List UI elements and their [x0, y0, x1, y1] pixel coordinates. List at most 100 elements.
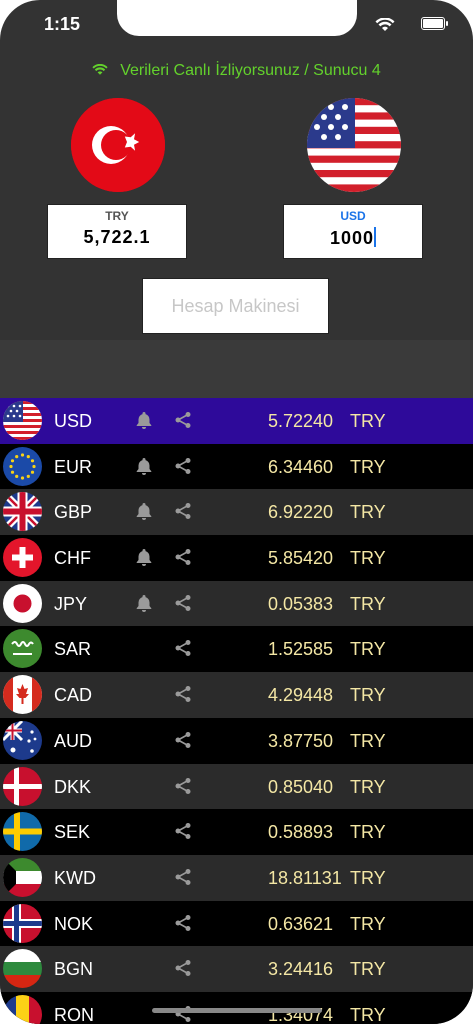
share-icon[interactable]	[174, 502, 192, 525]
share-icon[interactable]	[174, 777, 192, 800]
rate-unit: TRY	[350, 548, 386, 569]
rate-value: 5.72240	[268, 411, 334, 431]
sar-flag-icon	[3, 629, 42, 669]
separator-band	[0, 340, 473, 398]
eur-flag-icon	[3, 446, 42, 486]
currency-code: CAD	[54, 685, 93, 706]
rate-value: 0.05383	[268, 593, 334, 614]
rate-value: 0.63621	[268, 913, 334, 934]
bell-icon[interactable]	[134, 456, 154, 481]
currency-code: AUD	[54, 730, 93, 751]
rate-value: 3.87750	[268, 730, 334, 751]
share-icon[interactable]	[174, 868, 192, 891]
rate-value: 5.85420	[268, 548, 334, 569]
aud-flag-icon	[3, 720, 42, 760]
text-caret	[374, 227, 377, 247]
to-currency-code: USD	[340, 209, 366, 223]
rate-row-eur[interactable]: EUR 6.34460 TRY	[0, 443, 473, 490]
currency-code: CHF	[54, 548, 91, 569]
currency-code: DKK	[54, 776, 92, 797]
rate-row-nok[interactable]: NOK 0.63621 TRY	[0, 900, 473, 947]
from-currency-code: TRY	[105, 209, 129, 223]
home-indicator[interactable]	[152, 1008, 322, 1013]
nok-flag-icon	[3, 903, 42, 943]
rate-unit: TRY	[350, 639, 386, 660]
rate-value: 0.58893	[268, 822, 334, 843]
rate-value: 6.92220	[268, 502, 334, 523]
dkk-flag-icon	[3, 766, 42, 806]
to-currency-box[interactable]: USD 1000	[283, 204, 423, 259]
currency-code: BGN	[54, 959, 94, 980]
share-icon[interactable]	[174, 731, 192, 754]
battery-icon	[421, 17, 448, 30]
live-text: Verileri Canlı İzliyorsunuz / Sunucu 4	[120, 62, 381, 79]
share-icon[interactable]	[174, 959, 192, 982]
status-bar: 1:15	[0, 0, 473, 44]
rate-value: 18.81131	[268, 867, 342, 888]
share-icon[interactable]	[174, 594, 192, 617]
to-amount-field[interactable]: 1000	[284, 227, 422, 249]
currency-code: NOK	[54, 913, 94, 934]
rate-row-bgn[interactable]: BGN 3.24416 TRY	[0, 946, 473, 992]
rates-list[interactable]: USD 5.72240 TRY EUR 6.34460 TRY GBP 6.92220 TRY C…	[0, 398, 473, 1024]
rate-unit: TRY	[350, 913, 386, 934]
bell-icon[interactable]	[134, 501, 154, 526]
wifi-live-icon	[92, 63, 108, 75]
rate-row-usd[interactable]: USD 5.72240 TRY	[0, 398, 473, 444]
chf-flag-icon	[3, 538, 42, 578]
app-screen: 1:15 Verileri Canlı İzliyorsunuz / Sunuc…	[0, 0, 473, 1024]
rate-row-aud[interactable]: AUD 3.87750 TRY	[0, 717, 473, 764]
share-icon[interactable]	[174, 822, 192, 845]
wifi-icon	[375, 17, 395, 37]
share-icon[interactable]	[174, 411, 192, 434]
currency-code: USD	[54, 411, 93, 431]
bgn-flag-icon	[3, 949, 42, 989]
rate-row-cad[interactable]: CAD 4.29448 TRY	[0, 672, 473, 718]
share-icon[interactable]	[174, 457, 192, 480]
rate-unit: TRY	[350, 867, 386, 888]
bell-icon[interactable]	[134, 593, 154, 618]
usd-flag-icon	[3, 401, 42, 440]
rate-row-kwd[interactable]: KWD 18.81131 TRY	[0, 854, 473, 901]
kwd-flag-icon	[3, 857, 42, 897]
rate-value: 3.24416	[268, 959, 334, 980]
status-time: 1:15	[44, 14, 81, 34]
rate-unit: TRY	[350, 822, 386, 843]
rate-row-jpy[interactable]: JPY 0.05383 TRY	[0, 580, 473, 627]
to-amount-value: 1000	[329, 228, 375, 248]
rate-row-sar[interactable]: SAR 1.52585 TRY	[0, 626, 473, 673]
jpy-flag-icon	[3, 583, 42, 623]
rate-row-chf[interactable]: CHF 5.85420 TRY	[0, 535, 473, 581]
rate-value: 1.52585	[268, 639, 334, 660]
bell-icon[interactable]	[134, 410, 154, 435]
rate-row-gbp[interactable]: GBP 6.92220 TRY	[0, 489, 473, 536]
rate-row-sek[interactable]: SEK 0.58893 TRY	[0, 809, 473, 855]
bell-icon[interactable]	[134, 547, 154, 572]
rate-unit: TRY	[350, 1004, 386, 1024]
from-amount-field[interactable]: 5,722.1	[48, 227, 186, 248]
live-indicator: Verileri Canlı İzliyorsunuz / Sunucu 4	[0, 62, 473, 80]
currency-code: RON	[54, 1004, 94, 1024]
calculator-button[interactable]: Hesap Makinesi	[142, 278, 329, 334]
currency-code: GBP	[54, 502, 93, 523]
currency-code: SEK	[54, 822, 91, 843]
from-currency-box[interactable]: TRY 5,722.1	[47, 204, 187, 259]
share-icon[interactable]	[174, 685, 192, 708]
usa-flag-icon[interactable]	[307, 98, 401, 192]
rate-unit: TRY	[350, 685, 386, 706]
rate-row-dkk[interactable]: DKK 0.85040 TRY	[0, 763, 473, 810]
share-icon[interactable]	[174, 548, 192, 571]
share-icon[interactable]	[174, 914, 192, 937]
gbp-flag-icon	[3, 492, 42, 532]
turkey-flag-icon[interactable]	[71, 98, 165, 192]
rate-unit: TRY	[350, 502, 386, 523]
rate-unit: TRY	[350, 593, 386, 614]
rate-unit: TRY	[350, 959, 386, 980]
rate-unit: TRY	[350, 456, 386, 477]
currency-code: JPY	[54, 593, 88, 614]
currency-code: EUR	[54, 456, 93, 477]
share-icon[interactable]	[174, 639, 192, 662]
rate-value: 0.85040	[268, 776, 334, 797]
currency-code: KWD	[54, 867, 96, 888]
rate-value: 6.34460	[268, 456, 334, 477]
